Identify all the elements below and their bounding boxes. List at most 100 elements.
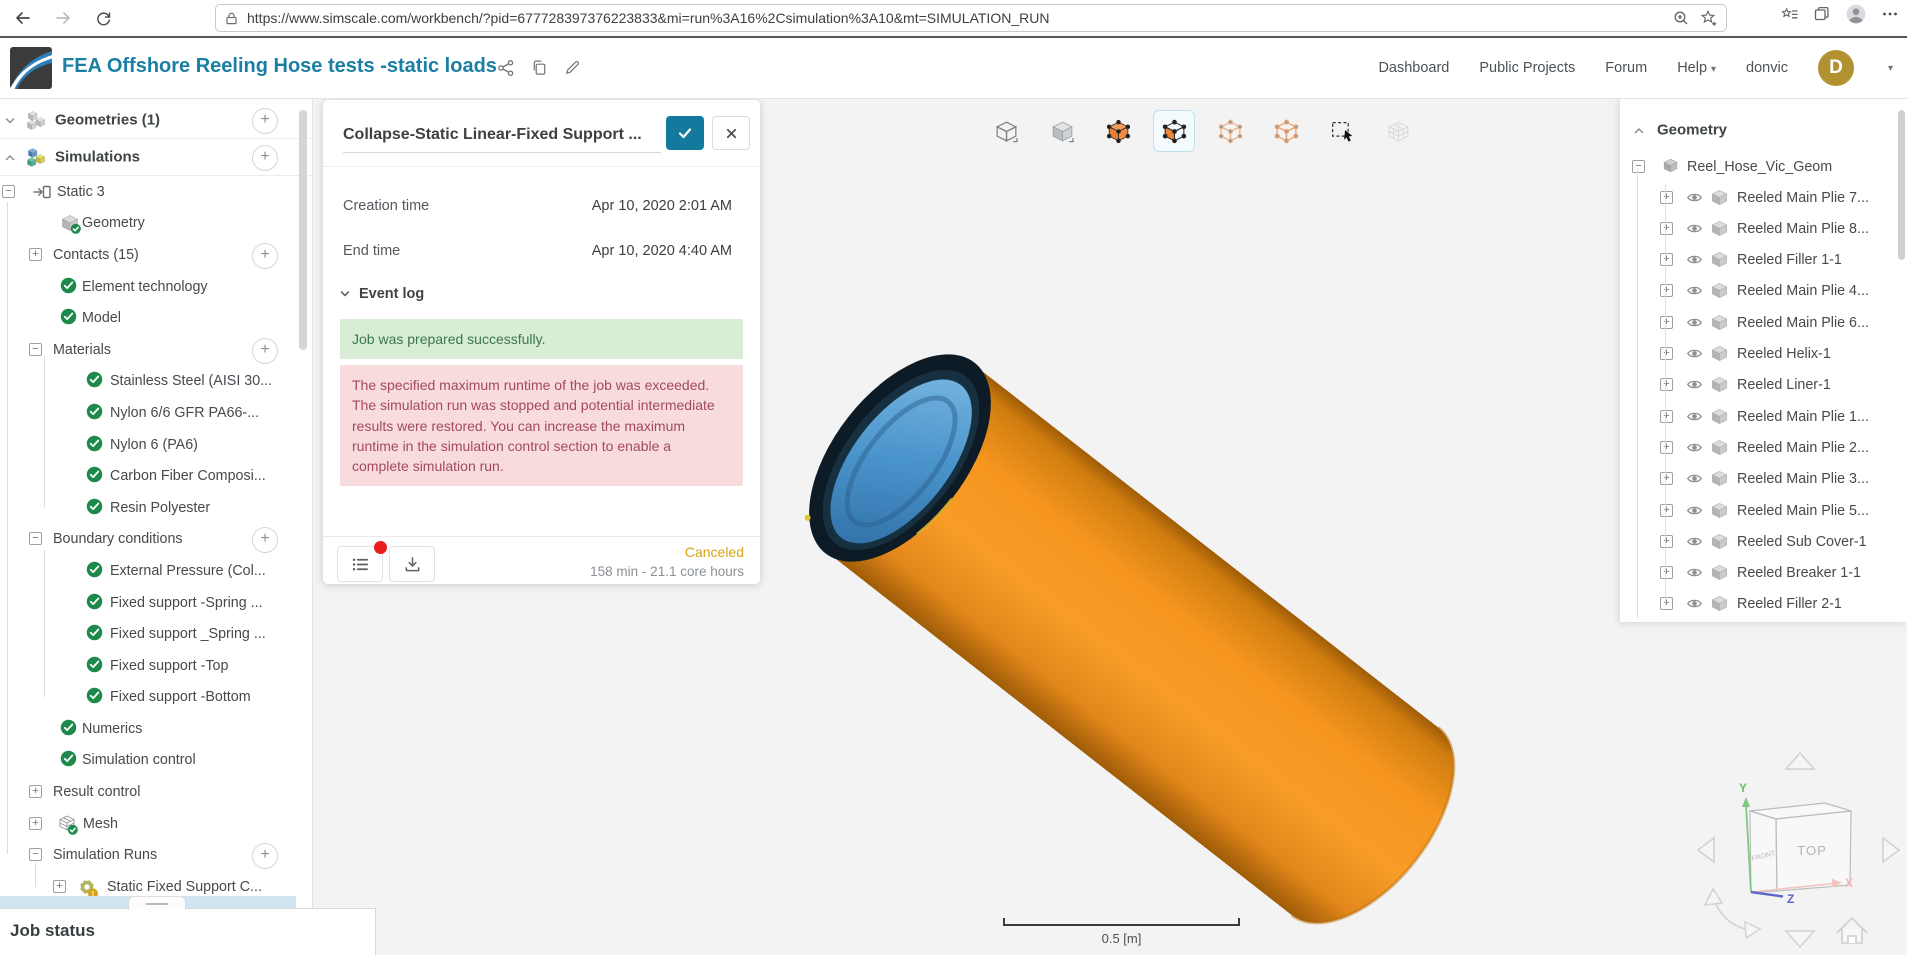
expand-icon[interactable]: +: [1660, 284, 1673, 298]
add-button[interactable]: +: [252, 527, 278, 554]
box-select-button[interactable]: [1321, 110, 1363, 152]
collapse-icon[interactable]: −: [2, 184, 15, 198]
chevron-up-icon[interactable]: [1633, 124, 1645, 142]
add-favorite-icon[interactable]: [1700, 9, 1718, 27]
nav-public-projects[interactable]: Public Projects: [1479, 60, 1575, 76]
sidebar-item[interactable]: Fixed support -Bottom: [0, 682, 312, 714]
eye-icon[interactable]: [1686, 502, 1703, 524]
sidebar-item[interactable]: Simulation control: [0, 745, 312, 777]
geometry-body-item[interactable]: + Reeled Liner-1: [1620, 370, 1907, 401]
select-faces-button[interactable]: [1153, 110, 1195, 152]
browser-refresh-icon[interactable]: [86, 3, 120, 33]
browser-profile-icon[interactable]: [1845, 3, 1867, 25]
mesh-view-button[interactable]: [1377, 110, 1419, 152]
panel-drag-handle[interactable]: [128, 896, 186, 910]
eye-icon[interactable]: [1686, 533, 1703, 555]
expand-icon[interactable]: +: [29, 247, 42, 261]
chevron-down-icon[interactable]: ▾: [1888, 63, 1893, 74]
sidebar-item[interactable]: + Mesh: [0, 808, 312, 840]
geometry-panel-scrollbar[interactable]: [1898, 110, 1905, 260]
expand-icon[interactable]: +: [1660, 503, 1673, 517]
collapse-icon[interactable]: −: [29, 848, 42, 862]
expand-icon[interactable]: +: [1660, 597, 1673, 611]
nav-help[interactable]: Help ▾: [1677, 60, 1716, 76]
favorites-bar-icon[interactable]: [1781, 5, 1799, 23]
eye-icon[interactable]: [1686, 251, 1703, 273]
browser-back-icon[interactable]: [6, 3, 40, 33]
sidebar-item[interactable]: Carbon Fiber Composi...: [0, 460, 312, 492]
wireframe-view-button[interactable]: [985, 110, 1027, 152]
sidebar-item[interactable]: Fixed support _Spring ...: [0, 618, 312, 650]
geometry-body-item[interactable]: + Reeled Main Plie 2...: [1620, 432, 1907, 463]
sidebar-item[interactable]: + Result control: [0, 776, 312, 808]
expand-icon[interactable]: +: [1660, 440, 1673, 454]
eye-icon[interactable]: [1686, 470, 1703, 492]
eye-icon[interactable]: [1686, 282, 1703, 304]
sidebar-item[interactable]: + Contacts (15) +: [0, 239, 312, 271]
collections-icon[interactable]: [1813, 5, 1831, 23]
sidebar-item[interactable]: Geometry: [0, 208, 312, 240]
eye-icon[interactable]: [1686, 220, 1703, 242]
geometry-body-item[interactable]: + Reeled Filler 1-1: [1620, 245, 1907, 276]
chevron-up-icon[interactable]: [4, 151, 16, 169]
add-button[interactable]: +: [252, 145, 278, 171]
sidebar-item[interactable]: Nylon 6 (PA6): [0, 429, 312, 461]
sidebar-item[interactable]: Stainless Steel (AISI 30...: [0, 366, 312, 398]
geometry-body-item[interactable]: + Reeled Main Plie 3...: [1620, 464, 1907, 495]
geometry-body-item[interactable]: + Reeled Main Plie 7...: [1620, 182, 1907, 213]
share-icon[interactable]: [497, 59, 515, 77]
eye-icon[interactable]: [1686, 439, 1703, 461]
expand-icon[interactable]: +: [1660, 378, 1673, 392]
avatar[interactable]: D: [1817, 50, 1854, 86]
sidebar-item[interactable]: External Pressure (Col...: [0, 555, 312, 587]
expand-icon[interactable]: +: [1660, 347, 1673, 360]
event-log-toggle[interactable]: Event log: [339, 286, 424, 302]
sidebar-item[interactable]: Element technology: [0, 271, 312, 303]
sidebar-item[interactable]: − Materials +: [0, 334, 312, 366]
select-vertices-button[interactable]: [1265, 110, 1307, 152]
eye-icon[interactable]: [1686, 595, 1703, 617]
geometry-root-item[interactable]: − Reel_Hose_Vic_Geom: [1620, 151, 1907, 182]
geometry-body-item[interactable]: + Reeled Main Plie 5...: [1620, 495, 1907, 526]
sidebar-scrollbar[interactable]: [299, 110, 307, 350]
sidebar-item[interactable]: Nylon 6/6 GFR PA66-...: [0, 397, 312, 429]
browser-menu-icon[interactable]: [1881, 5, 1899, 23]
zoom-page-icon[interactable]: [1672, 9, 1690, 27]
address-bar[interactable]: https://www.simscale.com/workbench/?pid=…: [215, 4, 1727, 32]
expand-icon[interactable]: +: [29, 816, 42, 830]
eye-icon[interactable]: [1686, 376, 1703, 398]
sidebar-item[interactable]: − Simulation Runs +: [0, 839, 312, 871]
simscale-logo[interactable]: [10, 47, 52, 94]
edit-title-icon[interactable]: [564, 59, 581, 76]
sidebar-item[interactable]: Resin Polyester: [0, 492, 312, 524]
nav-username[interactable]: donvic: [1746, 60, 1788, 76]
expand-icon[interactable]: +: [1660, 534, 1673, 548]
run-log-button[interactable]: [337, 541, 387, 582]
sidebar-item[interactable]: Fixed support -Top: [0, 650, 312, 682]
geometry-body-item[interactable]: + Reeled Sub Cover-1: [1620, 526, 1907, 557]
sidebar-item[interactable]: Geometries (1) +: [0, 102, 312, 139]
select-edges-button[interactable]: [1209, 110, 1251, 152]
add-button[interactable]: +: [252, 337, 278, 364]
expand-icon[interactable]: +: [1660, 315, 1673, 329]
sidebar-item[interactable]: Numerics: [0, 713, 312, 745]
eye-icon[interactable]: [1686, 408, 1703, 430]
chevron-down-icon[interactable]: [4, 114, 16, 132]
eye-icon[interactable]: [1686, 314, 1703, 336]
nav-dashboard[interactable]: Dashboard: [1378, 60, 1449, 76]
select-volumes-button[interactable]: [1097, 110, 1139, 152]
sidebar-item[interactable]: − Boundary conditions +: [0, 524, 312, 556]
expand-icon[interactable]: +: [1660, 253, 1673, 267]
expand-icon[interactable]: +: [1660, 221, 1673, 235]
add-button[interactable]: +: [252, 242, 278, 269]
sidebar-item[interactable]: Fixed support -Spring ...: [0, 587, 312, 619]
expand-icon[interactable]: +: [1660, 190, 1673, 204]
collapse-icon[interactable]: −: [1632, 159, 1645, 173]
geometry-body-item[interactable]: + Reeled Breaker 1-1: [1620, 558, 1907, 589]
collapse-icon[interactable]: −: [29, 532, 42, 546]
add-button[interactable]: +: [252, 843, 278, 870]
eye-icon[interactable]: [1686, 189, 1703, 211]
sidebar-item[interactable]: Simulations +: [0, 139, 312, 176]
browser-forward-icon[interactable]: [46, 3, 80, 33]
geometry-body-item[interactable]: + Reeled Main Plie 8...: [1620, 213, 1907, 244]
